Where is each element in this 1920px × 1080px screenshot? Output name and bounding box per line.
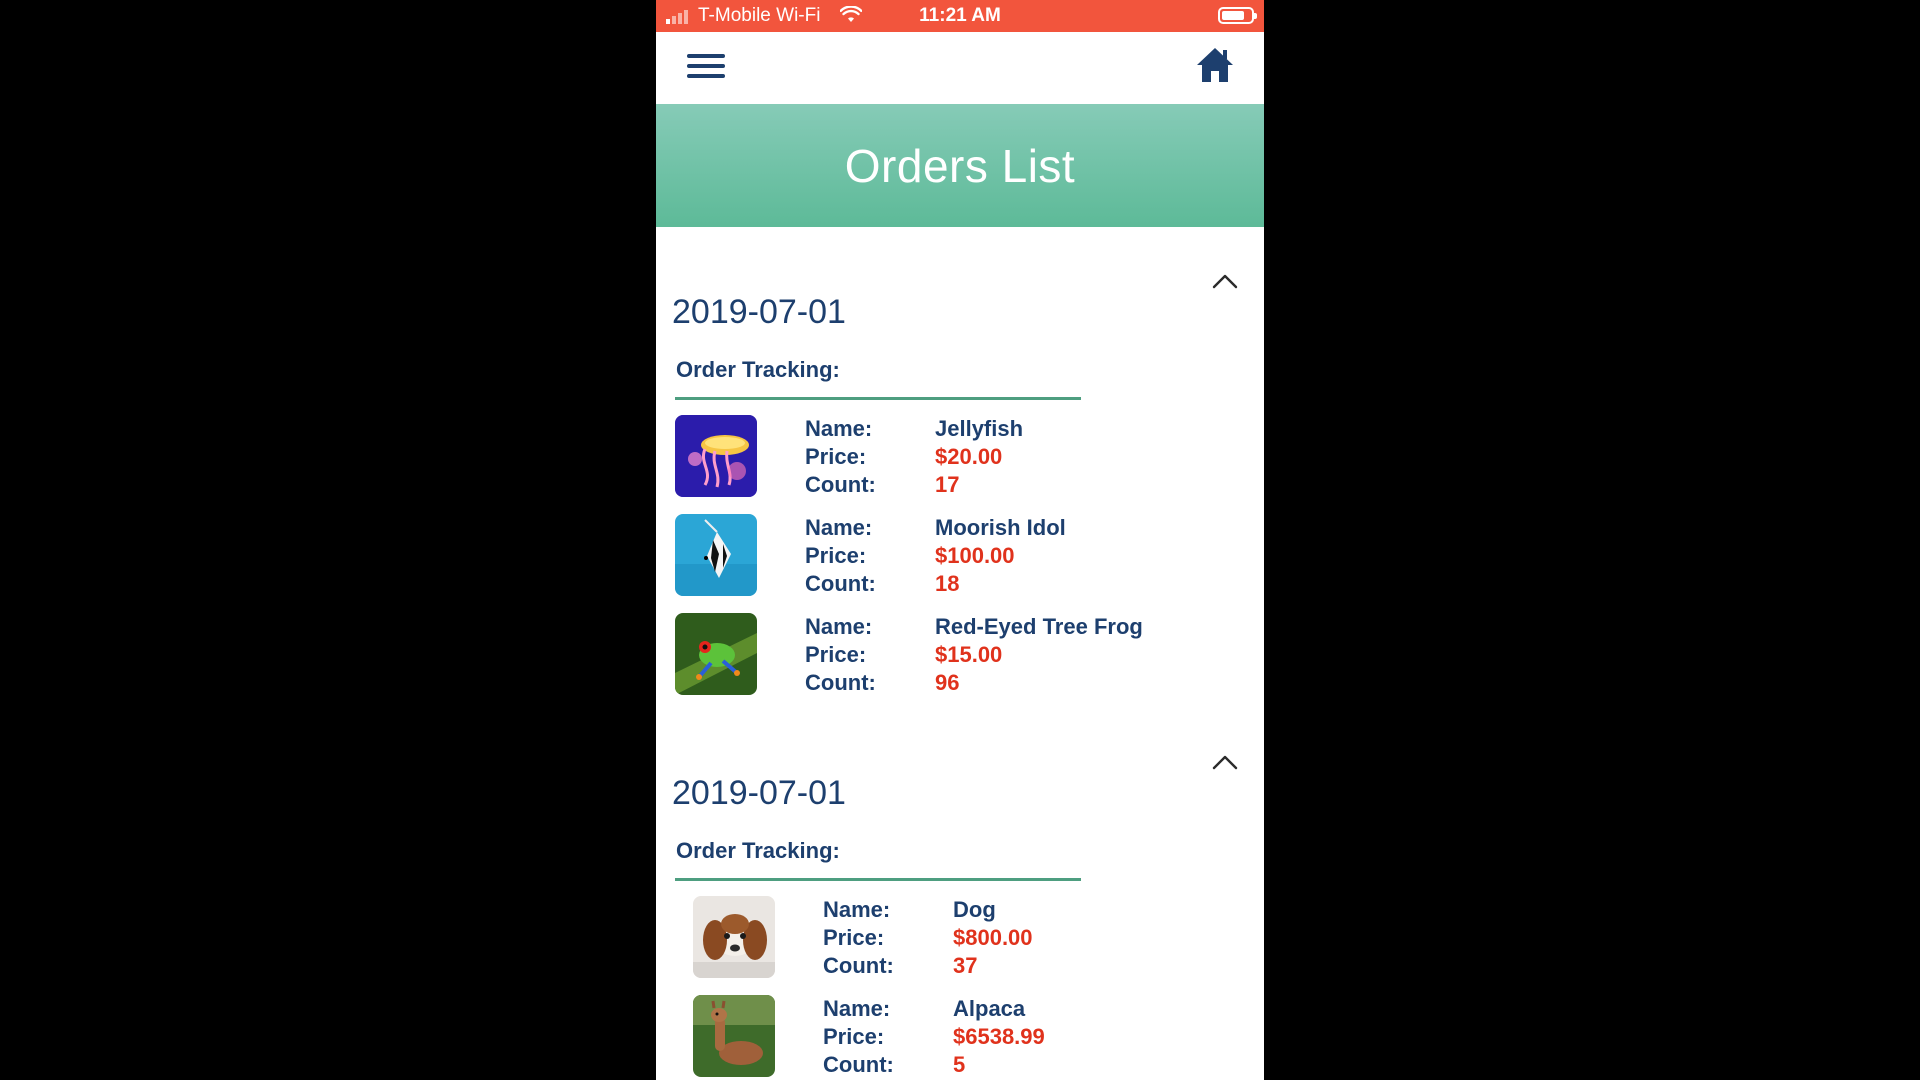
item-name: Moorish Idol [935, 515, 1066, 540]
divider [675, 878, 1081, 881]
item-price: $15.00 [935, 642, 1003, 667]
item-price: $6538.99 [953, 1024, 1045, 1049]
item-fields: Name: Dog Price: $800.00 Count: 37 [823, 896, 1033, 979]
phone-screen: T-Mobile Wi-Fi 11:21 AM Orders List 2019… [656, 0, 1264, 1080]
home-icon[interactable] [1196, 46, 1234, 84]
list-item[interactable]: Name: Moorish Idol Price: $100.00 Count:… [656, 514, 1264, 613]
name-label: Name: [805, 614, 873, 639]
price-label: Price: [823, 925, 885, 950]
dog-image [693, 896, 775, 978]
order-group: 2019-07-01 Order Tracking: Name: Dog Pri… [656, 738, 1264, 1080]
item-count: 96 [935, 670, 960, 695]
count-label: Count: [805, 472, 876, 497]
status-bar: T-Mobile Wi-Fi 11:21 AM [656, 0, 1264, 32]
order-group-header[interactable]: 2019-07-01 [656, 738, 1264, 818]
count-label: Count: [805, 670, 876, 695]
tree-frog-image [675, 613, 757, 695]
price-label: Price: [823, 1024, 885, 1049]
item-count: 37 [953, 953, 978, 978]
order-group: 2019-07-01 Order Tracking: Name: Jellyfi… [656, 257, 1264, 712]
item-count: 18 [935, 571, 960, 596]
count-label: Count: [823, 953, 894, 978]
chevron-up-icon[interactable] [1212, 273, 1238, 289]
price-label: Price: [805, 642, 867, 667]
list-item[interactable]: Name: Red-Eyed Tree Frog Price: $15.00 C… [656, 613, 1264, 712]
item-name: Alpaca [953, 996, 1026, 1021]
order-date: 2019-07-01 [672, 774, 846, 812]
battery-icon [1218, 7, 1257, 24]
list-item[interactable]: Name: Dog Price: $800.00 Count: 37 [656, 896, 1264, 995]
list-item[interactable]: Name: Jellyfish Price: $20.00 Count: 17 [656, 415, 1264, 514]
hamburger-menu-icon[interactable] [687, 54, 725, 84]
item-fields: Name: Red-Eyed Tree Frog Price: $15.00 C… [805, 613, 1143, 696]
count-label: Count: [823, 1052, 894, 1077]
name-label: Name: [823, 996, 891, 1021]
jellyfish-image [675, 415, 757, 497]
item-price: $800.00 [953, 925, 1033, 950]
page-header: Orders List [656, 104, 1264, 227]
item-price: $20.00 [935, 444, 1003, 469]
item-fields: Name: Jellyfish Price: $20.00 Count: 17 [805, 415, 1023, 498]
divider [675, 397, 1081, 400]
item-name: Jellyfish [935, 416, 1024, 441]
alpaca-image [693, 995, 775, 1077]
name-label: Name: [805, 416, 873, 441]
name-label: Name: [823, 897, 891, 922]
item-count: 17 [935, 472, 960, 497]
item-name: Red-Eyed Tree Frog [935, 614, 1143, 639]
item-price: $100.00 [935, 543, 1015, 568]
page-title: Orders List [844, 139, 1076, 192]
price-label: Price: [805, 543, 867, 568]
price-label: Price: [805, 444, 867, 469]
count-label: Count: [805, 571, 876, 596]
order-tracking-label: Order Tracking: [676, 357, 840, 382]
moorish-idol-image [675, 514, 757, 596]
order-date: 2019-07-01 [672, 293, 846, 331]
item-fields: Name: Alpaca Price: $6538.99 Count: 5 [823, 995, 1045, 1078]
item-name: Dog [953, 897, 996, 922]
orders-list: 2019-07-01 Order Tracking: Name: Jellyfi… [656, 227, 1264, 1080]
item-fields: Name: Moorish Idol Price: $100.00 Count:… [805, 514, 1066, 597]
top-nav [656, 32, 1264, 104]
order-tracking-label: Order Tracking: [676, 838, 840, 863]
status-time: 11:21 AM [919, 5, 1001, 26]
list-item[interactable]: Name: Alpaca Price: $6538.99 Count: 5 [656, 995, 1264, 1080]
order-group-header[interactable]: 2019-07-01 [656, 257, 1264, 337]
chevron-up-icon[interactable] [1212, 754, 1238, 770]
item-count: 5 [953, 1052, 966, 1077]
name-label: Name: [805, 515, 873, 540]
